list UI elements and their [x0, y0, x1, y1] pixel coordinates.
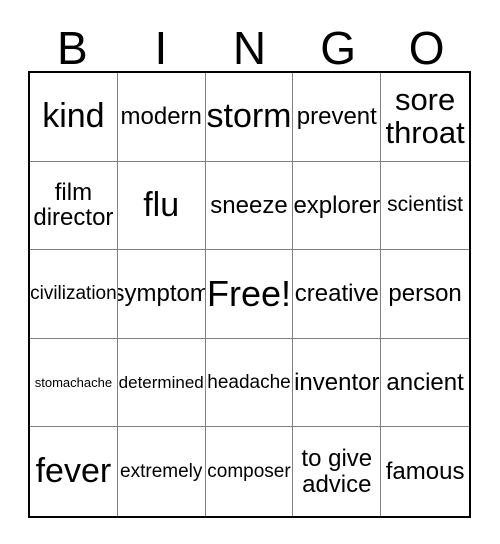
bingo-cell-label: symptom — [117, 280, 206, 308]
bingo-cell[interactable]: symptom — [117, 250, 206, 339]
bingo-cell-label: prevent — [296, 103, 377, 131]
bingo-cell[interactable]: to give advice — [293, 427, 382, 516]
bingo-cell-label: sore throat — [385, 82, 465, 150]
bingo-cell-label: flu — [143, 185, 180, 224]
bingo-cell-label: sneeze — [210, 191, 288, 219]
bingo-cell[interactable]: determined — [117, 338, 206, 428]
bingo-free-space-label: Free! — [206, 273, 292, 315]
bingo-cell[interactable]: fever — [30, 427, 118, 516]
bingo-cell[interactable]: famous — [381, 427, 469, 516]
bingo-cell[interactable]: prevent — [293, 73, 382, 162]
bingo-cell[interactable]: flu — [117, 161, 206, 251]
bingo-cell-label: extremely — [120, 460, 203, 482]
bingo-cell[interactable]: creative — [293, 250, 382, 339]
bingo-header-letter-n: N — [232, 22, 267, 74]
bingo-cell[interactable]: modern — [117, 73, 206, 162]
bingo-cell-label: creative — [294, 280, 379, 308]
bingo-cell-label: famous — [385, 458, 465, 486]
bingo-cell-label: fever — [35, 451, 112, 490]
bingo-cell-label: scientist — [387, 193, 464, 217]
bingo-cell-label: explorer — [293, 191, 381, 219]
bingo-header-row: B I N G O — [28, 14, 471, 71]
bingo-cell-label: person — [388, 280, 462, 308]
bingo-grid: kind modern storm prevent sore throat fi… — [28, 71, 471, 518]
bingo-cell-label: stomachache — [34, 374, 113, 390]
bingo-cell[interactable]: ancient — [381, 338, 469, 428]
bingo-cell[interactable]: extremely — [117, 427, 206, 516]
bingo-header-letter-g: G — [320, 22, 356, 74]
bingo-cell-label: composer — [207, 460, 291, 482]
bingo-cell[interactable]: sore throat — [381, 73, 469, 162]
bingo-header-letter-i: I — [154, 22, 168, 74]
bingo-header-letter-b: B — [56, 22, 88, 74]
bingo-cell[interactable]: explorer — [293, 161, 382, 251]
bingo-header-letter-o: O — [408, 22, 445, 74]
bingo-cell[interactable]: stomachache — [30, 338, 118, 428]
bingo-cell-label: modern — [120, 103, 202, 131]
bingo-cell[interactable]: composer — [205, 427, 294, 516]
bingo-cell[interactable]: sneeze — [205, 161, 294, 251]
bingo-cell-label: inventor — [294, 368, 380, 396]
bingo-cell[interactable]: kind — [30, 73, 118, 162]
bingo-cell-label: determined — [118, 372, 204, 392]
bingo-cell[interactable]: film director — [30, 161, 118, 251]
bingo-cell-label: ancient — [386, 368, 464, 396]
bingo-cell[interactable]: inventor — [293, 338, 382, 428]
bingo-cell[interactable]: civilization — [30, 250, 118, 339]
bingo-cell-label: to give advice — [301, 445, 373, 498]
bingo-cell-label: civilization — [30, 283, 117, 305]
bingo-cell-label: kind — [42, 96, 105, 135]
bingo-cell[interactable]: storm — [205, 73, 294, 162]
bingo-cell[interactable]: headache — [205, 338, 294, 428]
bingo-cell[interactable]: scientist — [381, 161, 469, 251]
bingo-free-space-cell[interactable]: Free! — [205, 250, 294, 339]
bingo-card: B I N G O kind modern storm prevent sore… — [28, 14, 471, 518]
bingo-cell-label: storm — [206, 96, 292, 135]
bingo-cell-label: headache — [207, 371, 291, 393]
bingo-cell-label: film director — [33, 179, 114, 232]
bingo-cell[interactable]: person — [381, 250, 469, 339]
